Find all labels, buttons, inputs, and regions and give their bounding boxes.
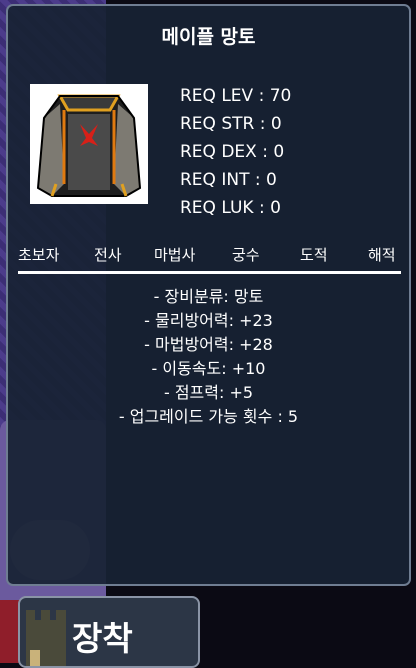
stats-list: - 장비분류: 망토 - 물리방어력: +23 - 마법방어력: +28 - 이… [8, 285, 409, 429]
requirements-list: REQ LEV : 70 REQ STR : 0 REQ DEX : 0 REQ… [180, 82, 291, 222]
stat-magic-defense: - 마법방어력: +28 [144, 335, 273, 354]
equip-button-label: 장착 [72, 619, 133, 658]
stat-jump: - 점프력: +5 [163, 383, 254, 402]
item-tooltip: 메이플 망토 REQ LEV : 70 REQ STR : 0 REQ DEX … [6, 4, 411, 586]
stat-upgrade-slots: - 업그레이드 가능 횟수 : 5 [118, 407, 299, 426]
req-int: REQ INT : 0 [180, 170, 277, 190]
job-beginner: 초보자 [18, 246, 60, 264]
equip-button[interactable]: 장착 [18, 596, 200, 668]
stat-physical-defense: - 물리방어력: +23 [144, 311, 273, 330]
job-list: 초보자 전사 마법사 궁수 도적 해적 [8, 244, 409, 268]
stat-category: - 장비분류: 망토 [153, 287, 264, 306]
req-dex: REQ DEX : 0 [180, 142, 285, 162]
cape-icon [36, 94, 142, 197]
job-magician: 마법사 [154, 246, 196, 264]
req-str: REQ STR : 0 [180, 114, 282, 134]
stat-speed: - 이동속도: +10 [151, 359, 266, 378]
castle-icon [26, 610, 66, 666]
item-name: 메이플 망토 [161, 26, 256, 48]
job-divider [18, 271, 401, 274]
job-bowman: 궁수 [232, 246, 260, 264]
req-luk: REQ LUK : 0 [180, 198, 281, 218]
req-level: REQ LEV : 70 [180, 86, 292, 106]
item-icon-frame [30, 84, 148, 204]
job-warrior: 전사 [94, 246, 122, 264]
job-pirate: 해적 [368, 246, 396, 264]
job-thief: 도적 [300, 246, 328, 264]
